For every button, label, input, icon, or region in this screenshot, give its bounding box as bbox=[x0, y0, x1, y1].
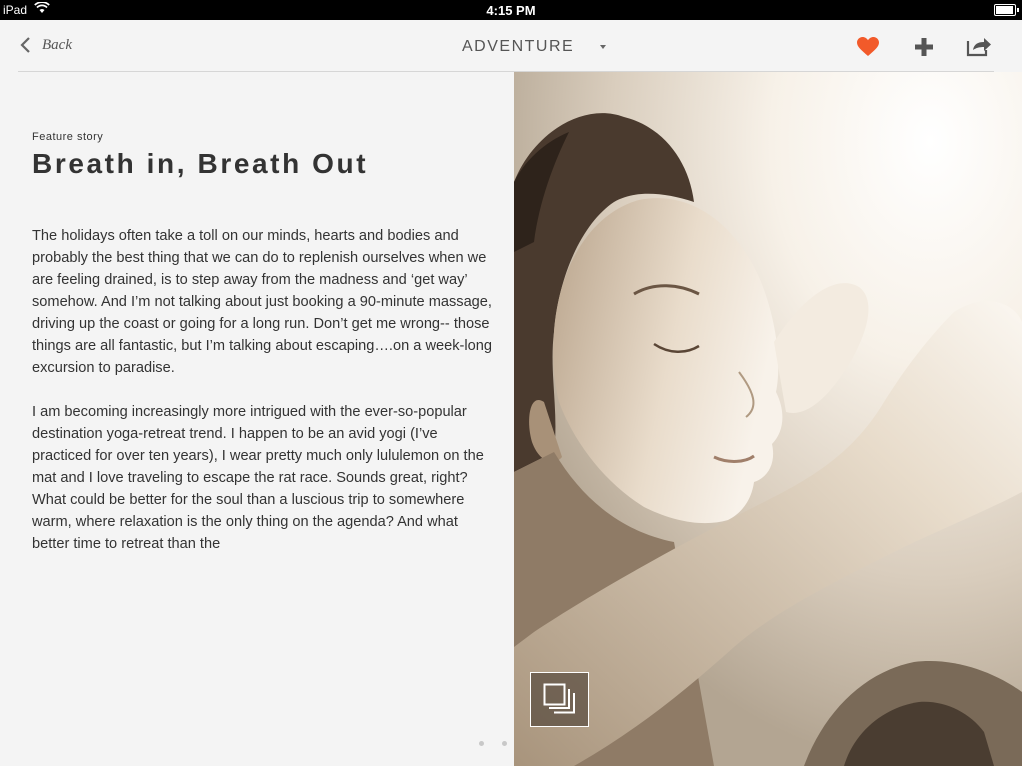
section-label: ADVENTURE bbox=[462, 38, 575, 55]
section-dropdown[interactable]: ADVENTURE bbox=[462, 38, 607, 56]
status-time: 4:15 PM bbox=[486, 3, 536, 18]
feature-photo bbox=[514, 72, 1022, 766]
battery-icon bbox=[994, 4, 1019, 16]
gallery-button[interactable] bbox=[530, 672, 589, 727]
heart-icon[interactable] bbox=[856, 36, 880, 63]
gallery-icon bbox=[543, 683, 575, 714]
article-title: Breath in, Breath Out bbox=[32, 148, 369, 179]
article-kicker: Feature story bbox=[32, 131, 104, 143]
back-chevron-icon bbox=[20, 37, 30, 53]
page-dot[interactable] bbox=[479, 741, 484, 746]
nav-bar: Back ADVENTURE bbox=[0, 20, 1022, 72]
page-dot[interactable] bbox=[502, 741, 507, 746]
article-paragraph: I am becoming increasingly more intrigue… bbox=[32, 404, 484, 552]
back-button[interactable]: Back bbox=[18, 35, 72, 55]
share-icon[interactable] bbox=[965, 36, 993, 63]
status-bar: iPad 4:15 PM bbox=[0, 0, 1022, 20]
article: Feature story Breath in, Breath Out The … bbox=[32, 72, 492, 555]
photo-image bbox=[514, 72, 1022, 766]
article-paragraph: The holidays often take a toll on our mi… bbox=[32, 228, 492, 376]
back-label: Back bbox=[42, 36, 72, 53]
plus-icon[interactable] bbox=[913, 36, 935, 63]
caret-down-icon bbox=[600, 45, 607, 49]
